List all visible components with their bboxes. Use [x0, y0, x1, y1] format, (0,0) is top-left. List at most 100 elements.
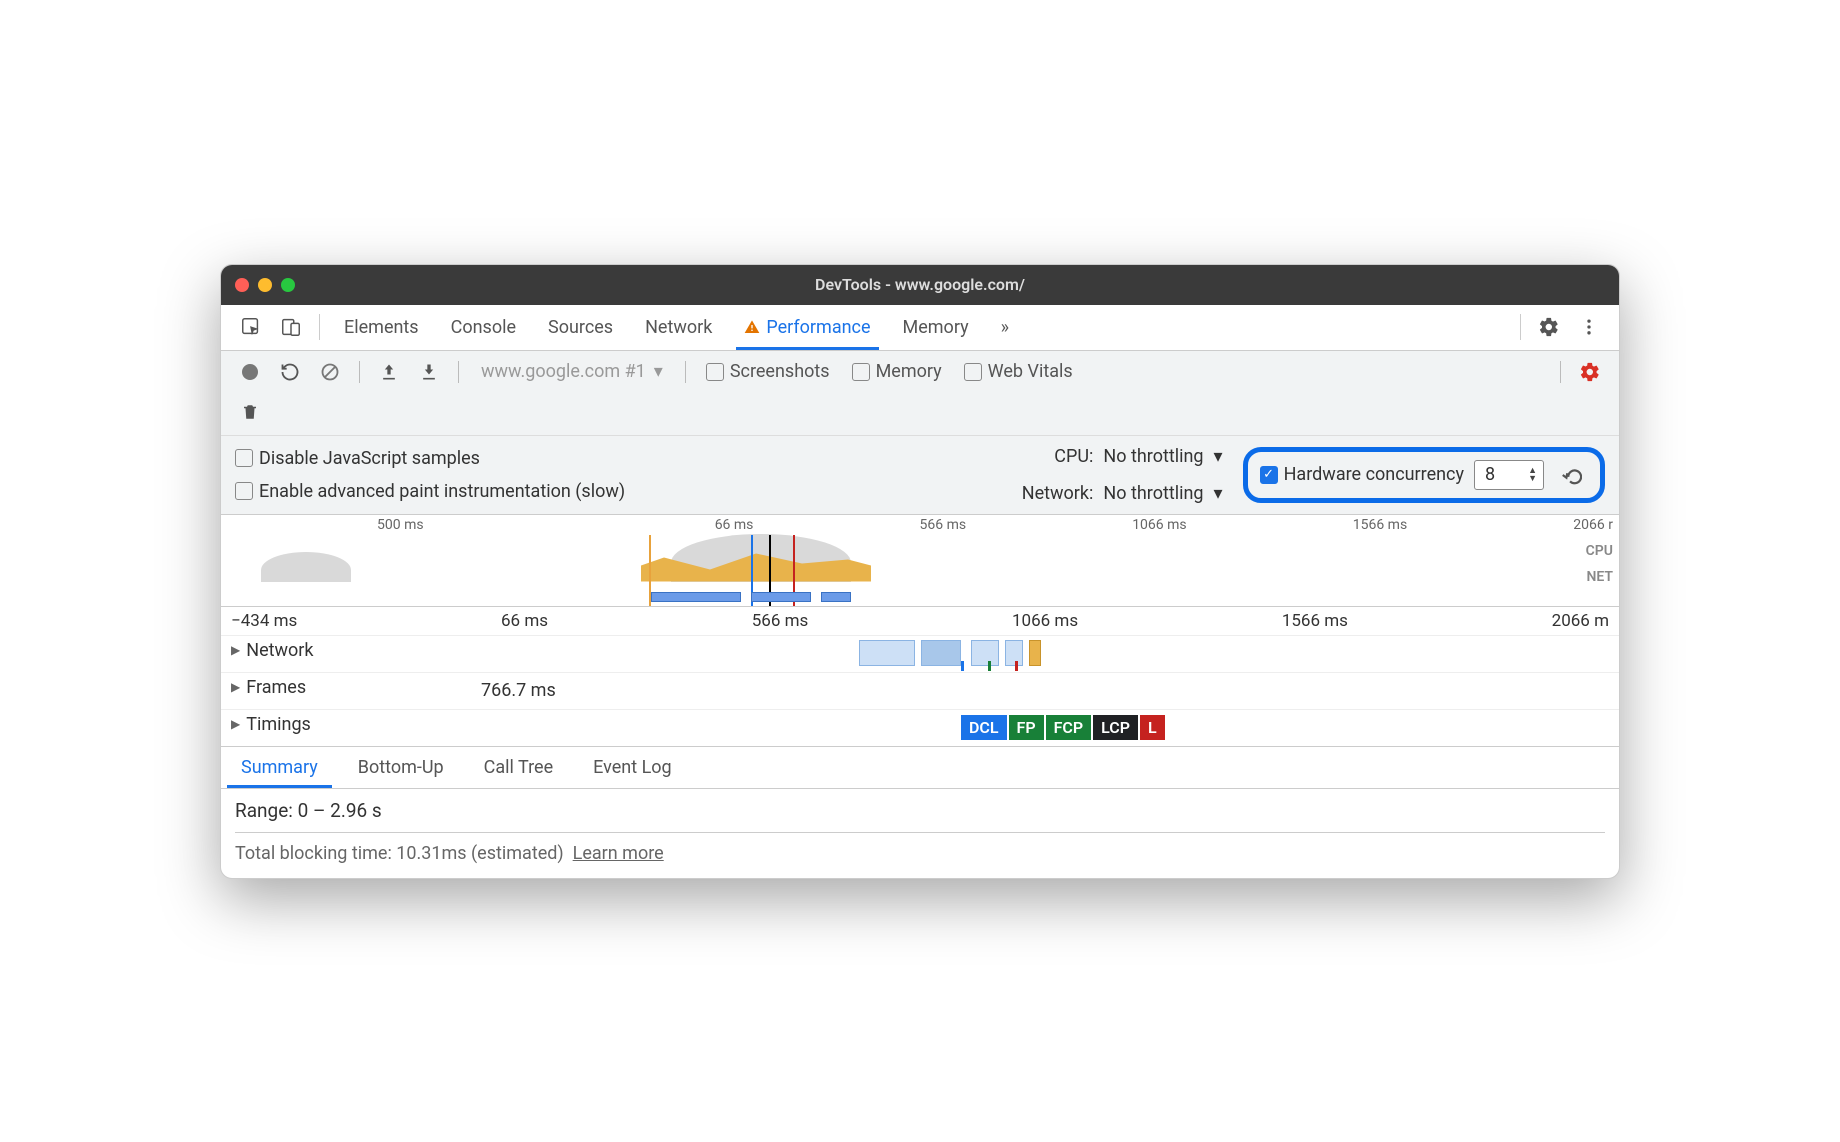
tab-summary[interactable]: Summary	[221, 747, 338, 788]
tab-bottom-up[interactable]: Bottom-Up	[338, 747, 464, 788]
tick-label: 2066 m	[1552, 611, 1609, 631]
network-track[interactable]: ▶ Network	[221, 635, 1619, 672]
tabs-overflow[interactable]: »	[985, 305, 1025, 350]
network-track-body	[481, 636, 1619, 672]
tab-label: Event Log	[593, 757, 672, 778]
screenshots-checkbox[interactable]: Screenshots	[706, 361, 830, 382]
range-label: Range: 0 – 2.96 s	[235, 799, 1605, 822]
tick-label: 1566 ms	[1353, 517, 1407, 533]
select-value: No throttling	[1103, 446, 1203, 467]
checkbox-label: Memory	[876, 361, 942, 382]
frame-duration-label: 766.7 ms	[481, 680, 556, 701]
details-tabstrip: Summary Bottom-Up Call Tree Event Log	[221, 746, 1619, 789]
tick-label: 1566 ms	[1282, 611, 1348, 631]
tab-label: Performance	[766, 317, 870, 338]
tab-label: Memory	[903, 317, 969, 338]
chevron-down-icon: ▾	[654, 361, 663, 382]
tab-event-log[interactable]: Event Log	[573, 747, 692, 788]
total-blocking-time-label: Total blocking time: 10.31ms (estimated)	[235, 843, 564, 864]
save-profile-button[interactable]	[412, 355, 446, 389]
reload-record-button[interactable]	[273, 355, 307, 389]
tab-elements[interactable]: Elements	[328, 305, 435, 350]
checkbox-label: Web Vitals	[988, 361, 1073, 382]
learn-more-link[interactable]: Learn more	[573, 843, 664, 864]
hardware-concurrency-checkbox[interactable]: ✓ Hardware concurrency	[1260, 464, 1464, 485]
tick-label: 566 ms	[920, 517, 967, 533]
track-name-label: Network	[246, 640, 313, 661]
tick-label: 1066 ms	[1132, 517, 1186, 533]
tabs-more-label: »	[1001, 317, 1009, 338]
devtools-tabstrip: Elements Console Sources Network Perform…	[221, 305, 1619, 351]
network-label: Network:	[993, 483, 1093, 504]
timing-badge-lcp: LCP	[1093, 715, 1138, 740]
window-title: DevTools - www.google.com/	[221, 275, 1619, 294]
tab-performance[interactable]: Performance	[728, 305, 886, 350]
tab-network[interactable]: Network	[629, 305, 728, 350]
select-value: No throttling	[1103, 483, 1203, 504]
expand-toggle-icon[interactable]: ▶	[231, 680, 240, 694]
tab-label: Summary	[241, 757, 318, 778]
chevron-down-icon: ▾	[1214, 446, 1223, 467]
close-window-button[interactable]	[235, 278, 249, 292]
capture-settings-panel: Disable JavaScript samples Enable advanc…	[221, 435, 1619, 514]
load-profile-button[interactable]	[372, 355, 406, 389]
memory-checkbox[interactable]: Memory	[852, 361, 942, 382]
tab-call-tree[interactable]: Call Tree	[464, 747, 573, 788]
checkbox-label: Disable JavaScript samples	[259, 448, 480, 469]
zoom-window-button[interactable]	[281, 278, 295, 292]
device-toolbar-icon[interactable]	[275, 311, 307, 343]
recording-selector[interactable]: www.google.com #1 ▾	[471, 357, 673, 386]
delete-profile-button[interactable]	[233, 395, 267, 429]
network-throttling-select[interactable]: Network: No throttling ▾	[993, 483, 1222, 504]
performance-toolbar: www.google.com #1 ▾ Screenshots Memory W…	[221, 351, 1619, 435]
timing-badge-dcl: DCL	[961, 715, 1007, 740]
hardware-concurrency-input[interactable]: 8 ▲▼	[1474, 460, 1544, 490]
timing-badge-l: L	[1140, 715, 1165, 740]
checkbox-label: Hardware concurrency	[1284, 464, 1464, 485]
tab-label: Bottom-Up	[358, 757, 444, 778]
inspect-element-icon[interactable]	[235, 311, 267, 343]
tick-label: −434 ms	[231, 611, 297, 631]
tab-console[interactable]: Console	[435, 305, 532, 350]
summary-panel: Range: 0 – 2.96 s Total blocking time: 1…	[221, 789, 1619, 878]
titlebar: DevTools - www.google.com/	[221, 265, 1619, 305]
tab-label: Elements	[344, 317, 419, 338]
checkbox-icon	[235, 482, 253, 500]
tick-label: 2066 r	[1573, 517, 1613, 533]
timings-track[interactable]: ▶ Timings DCL FP FCP LCP L	[221, 709, 1619, 746]
disable-js-samples-checkbox[interactable]: Disable JavaScript samples	[235, 448, 993, 469]
tick-label: 66 ms	[501, 611, 548, 631]
clear-button[interactable]	[313, 355, 347, 389]
minimize-window-button[interactable]	[258, 278, 272, 292]
number-spinner-icon[interactable]: ▲▼	[1528, 467, 1537, 483]
tick-label: 566 ms	[752, 611, 809, 631]
tick-label: 500 ms	[377, 517, 424, 533]
expand-toggle-icon[interactable]: ▶	[231, 643, 240, 657]
kebab-menu-icon[interactable]	[1573, 311, 1605, 343]
input-value: 8	[1485, 464, 1495, 485]
main-timeline[interactable]: −434 ms 66 ms 566 ms 1066 ms 1566 ms 206…	[221, 606, 1619, 746]
cpu-throttling-select[interactable]: CPU: No throttling ▾	[993, 446, 1222, 467]
track-name-label: Timings	[246, 714, 311, 735]
advanced-paint-checkbox[interactable]: Enable advanced paint instrumentation (s…	[235, 481, 675, 502]
track-name-label: Frames	[246, 677, 306, 698]
reset-concurrency-button[interactable]	[1554, 458, 1588, 492]
checkbox-icon	[706, 363, 724, 381]
warning-icon	[744, 319, 760, 335]
tab-label: Network	[645, 317, 712, 338]
settings-gear-icon[interactable]	[1533, 311, 1565, 343]
timing-badge-fp: FP	[1009, 715, 1044, 740]
record-button[interactable]	[233, 355, 267, 389]
checkbox-label: Enable advanced paint instrumentation (s…	[259, 481, 625, 502]
traffic-lights	[235, 278, 295, 292]
tab-sources[interactable]: Sources	[532, 305, 629, 350]
web-vitals-checkbox[interactable]: Web Vitals	[964, 361, 1073, 382]
hardware-concurrency-highlight: ✓ Hardware concurrency 8 ▲▼	[1243, 447, 1605, 503]
capture-settings-gear-icon[interactable]	[1573, 355, 1607, 389]
tick-label: 66 ms	[715, 517, 754, 533]
chevron-down-icon: ▾	[1214, 483, 1223, 504]
frames-track[interactable]: ▶ Frames 766.7 ms	[221, 672, 1619, 709]
tab-memory[interactable]: Memory	[887, 305, 985, 350]
overview-timeline[interactable]: 500 ms 66 ms 566 ms 1066 ms 1566 ms 2066…	[221, 514, 1619, 606]
expand-toggle-icon[interactable]: ▶	[231, 717, 240, 731]
